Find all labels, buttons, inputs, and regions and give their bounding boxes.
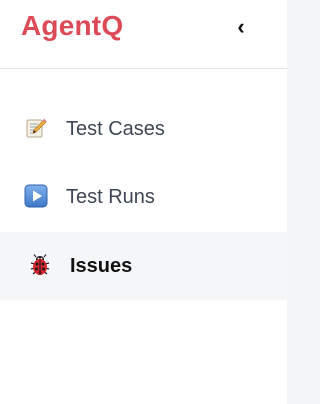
- sidebar-item-issues[interactable]: Issues: [0, 232, 287, 300]
- sidebar-item-label: Test Runs: [66, 186, 155, 208]
- ladybug-icon: [28, 253, 52, 277]
- sidebar-item-label: Test Cases: [66, 118, 165, 140]
- sidebar-header: AgentQ ‹: [0, 0, 287, 69]
- brand-logo[interactable]: AgentQ: [21, 8, 123, 44]
- sidebar: AgentQ ‹ Test Cases Test Runs Issues: [0, 0, 287, 404]
- memo-pencil-icon: [24, 116, 48, 140]
- sidebar-item-test-runs[interactable]: Test Runs: [0, 163, 287, 231]
- collapse-sidebar-button[interactable]: ‹: [228, 14, 254, 40]
- sidebar-item-test-cases[interactable]: Test Cases: [0, 95, 287, 163]
- play-button-icon: [24, 184, 48, 208]
- sidebar-item-label: Issues: [70, 255, 133, 277]
- content-area-edge: [287, 0, 298, 404]
